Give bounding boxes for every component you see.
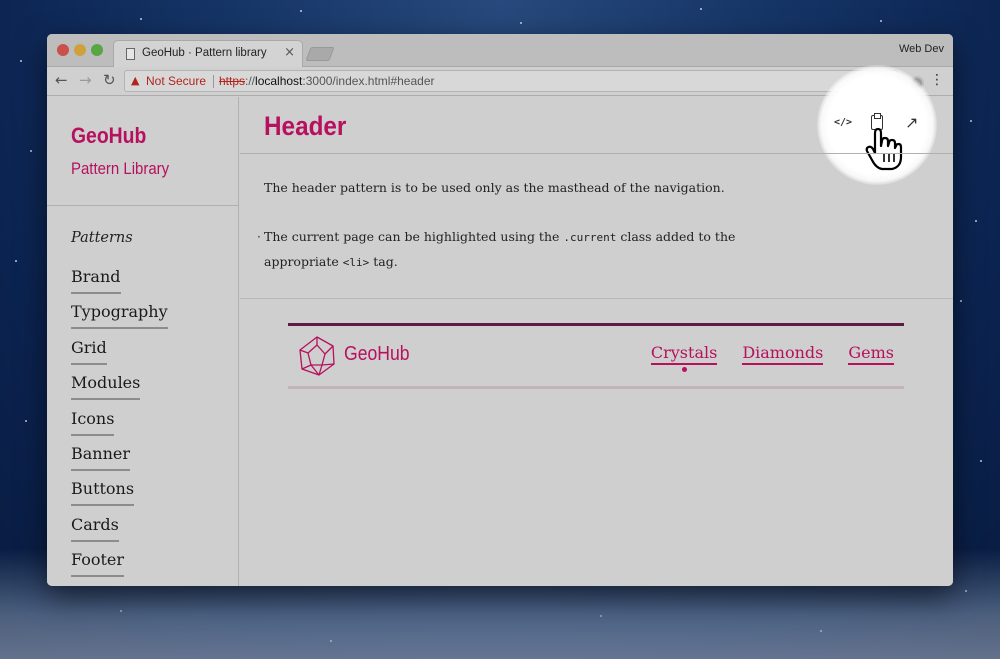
sidebar-item-grid[interactable]: Grid (71, 338, 107, 365)
note-text-end: tag. (369, 254, 398, 269)
title-bar: GeoHub · Pattern library × Web Dev (47, 34, 953, 68)
demo-nav-crystals[interactable]: Crystals (650, 343, 718, 372)
browser-toolbar: ← → ↻ ▲ Not Secure https://localhost:300… (47, 67, 953, 96)
pattern-description: The header pattern is to be used only as… (264, 180, 725, 195)
reload-icon[interactable]: ↻ (103, 71, 116, 89)
sidebar-item-cards[interactable]: Cards (71, 515, 119, 542)
list-item: Footer (71, 550, 168, 585)
minimize-window-button[interactable] (74, 44, 86, 56)
address-separator (213, 75, 214, 88)
sidebar-item-icons[interactable]: Icons (71, 409, 115, 436)
main-content: Header </> ↗ The header pattern is to be… (240, 65, 953, 586)
demo-nav-diamonds[interactable]: Diamonds (742, 343, 824, 365)
note-bullet: · (257, 230, 261, 244)
current-class-code: .current (563, 231, 617, 244)
url-protocol: https (219, 74, 246, 88)
tab-close-icon[interactable]: × (284, 45, 295, 60)
sidebar-item-modules[interactable]: Modules (71, 373, 141, 401)
demo-nav: Crystals Diamonds Gems (650, 343, 894, 372)
demo-nav-gems[interactable]: Gems (848, 343, 894, 365)
profile-label[interactable]: Web Dev (899, 43, 944, 55)
demo-brand[interactable]: GeoHub (344, 343, 410, 366)
header-pattern-demo: GeoHub Crystals Diamonds Gems (288, 323, 904, 389)
list-item: Cards (71, 515, 168, 550)
browser-window: GeoHub · Pattern library × Web Dev ← → ↻… (47, 34, 953, 586)
list-item: Banner (71, 444, 168, 479)
sidebar: GeoHub Pattern Library Patterns Brand Ty… (47, 97, 239, 586)
list-item: Typography (71, 302, 168, 337)
url-separator: :// (245, 74, 256, 88)
tab-title: GeoHub · Pattern library (142, 47, 267, 59)
list-item: Brand (71, 267, 168, 302)
sidebar-item-footer[interactable]: Footer (71, 550, 125, 578)
demo-top-bar (288, 323, 904, 326)
browser-tab[interactable]: GeoHub · Pattern library × (113, 40, 303, 68)
list-item: Modules (71, 373, 168, 408)
body-divider (240, 298, 953, 299)
hand-pointer-icon (865, 127, 903, 171)
expand-icon[interactable]: ↗ (905, 113, 918, 132)
pattern-note: The current page can be highlighted usin… (264, 225, 744, 275)
code-icon[interactable]: </> (834, 117, 852, 128)
back-arrow-icon[interactable]: ← (55, 71, 68, 89)
kebab-menu-icon[interactable]: ⋮ (930, 72, 944, 88)
url-path: :3000/index.html#header (302, 74, 435, 88)
forward-arrow-icon[interactable]: → (79, 71, 92, 89)
url-host: localhost (255, 74, 303, 88)
security-indicator[interactable]: Not Secure (146, 74, 206, 88)
zoom-window-button[interactable] (91, 44, 103, 56)
sidebar-brand[interactable]: GeoHub (71, 123, 146, 149)
sidebar-item-banner[interactable]: Banner (71, 444, 131, 471)
demo-bottom-bar (288, 386, 904, 389)
pattern-nav-list: Brand Typography Grid Modules Icons Bann… (71, 267, 168, 586)
note-text-start: The current page can be highlighted usin… (264, 229, 564, 244)
address-bar[interactable]: ▲ Not Secure https://localhost:3000/inde… (124, 70, 898, 92)
li-tag-code: <li> (342, 256, 370, 269)
title-divider (240, 153, 953, 154)
new-tab-button[interactable] (305, 47, 335, 61)
document-icon (126, 48, 135, 60)
crystal-logo-icon[interactable] (298, 336, 336, 376)
page-viewport: GeoHub Pattern Library Patterns Brand Ty… (47, 65, 953, 586)
sidebar-item-brand[interactable]: Brand (71, 267, 121, 294)
url-text[interactable]: https://localhost:3000/index.html#header (219, 74, 435, 88)
patterns-section-label: Patterns (71, 230, 133, 246)
list-item: Icons (71, 409, 168, 444)
page-title: Header (264, 111, 347, 141)
sidebar-divider (47, 205, 239, 206)
list-item: Buttons (71, 479, 168, 514)
close-window-button[interactable] (57, 44, 69, 56)
sidebar-item-buttons[interactable]: Buttons (71, 479, 135, 507)
sidebar-item-typography[interactable]: Typography (71, 302, 168, 330)
list-item: Grid (71, 338, 168, 373)
warning-icon: ▲ (131, 74, 140, 87)
sidebar-subtitle: Pattern Library (71, 159, 170, 178)
